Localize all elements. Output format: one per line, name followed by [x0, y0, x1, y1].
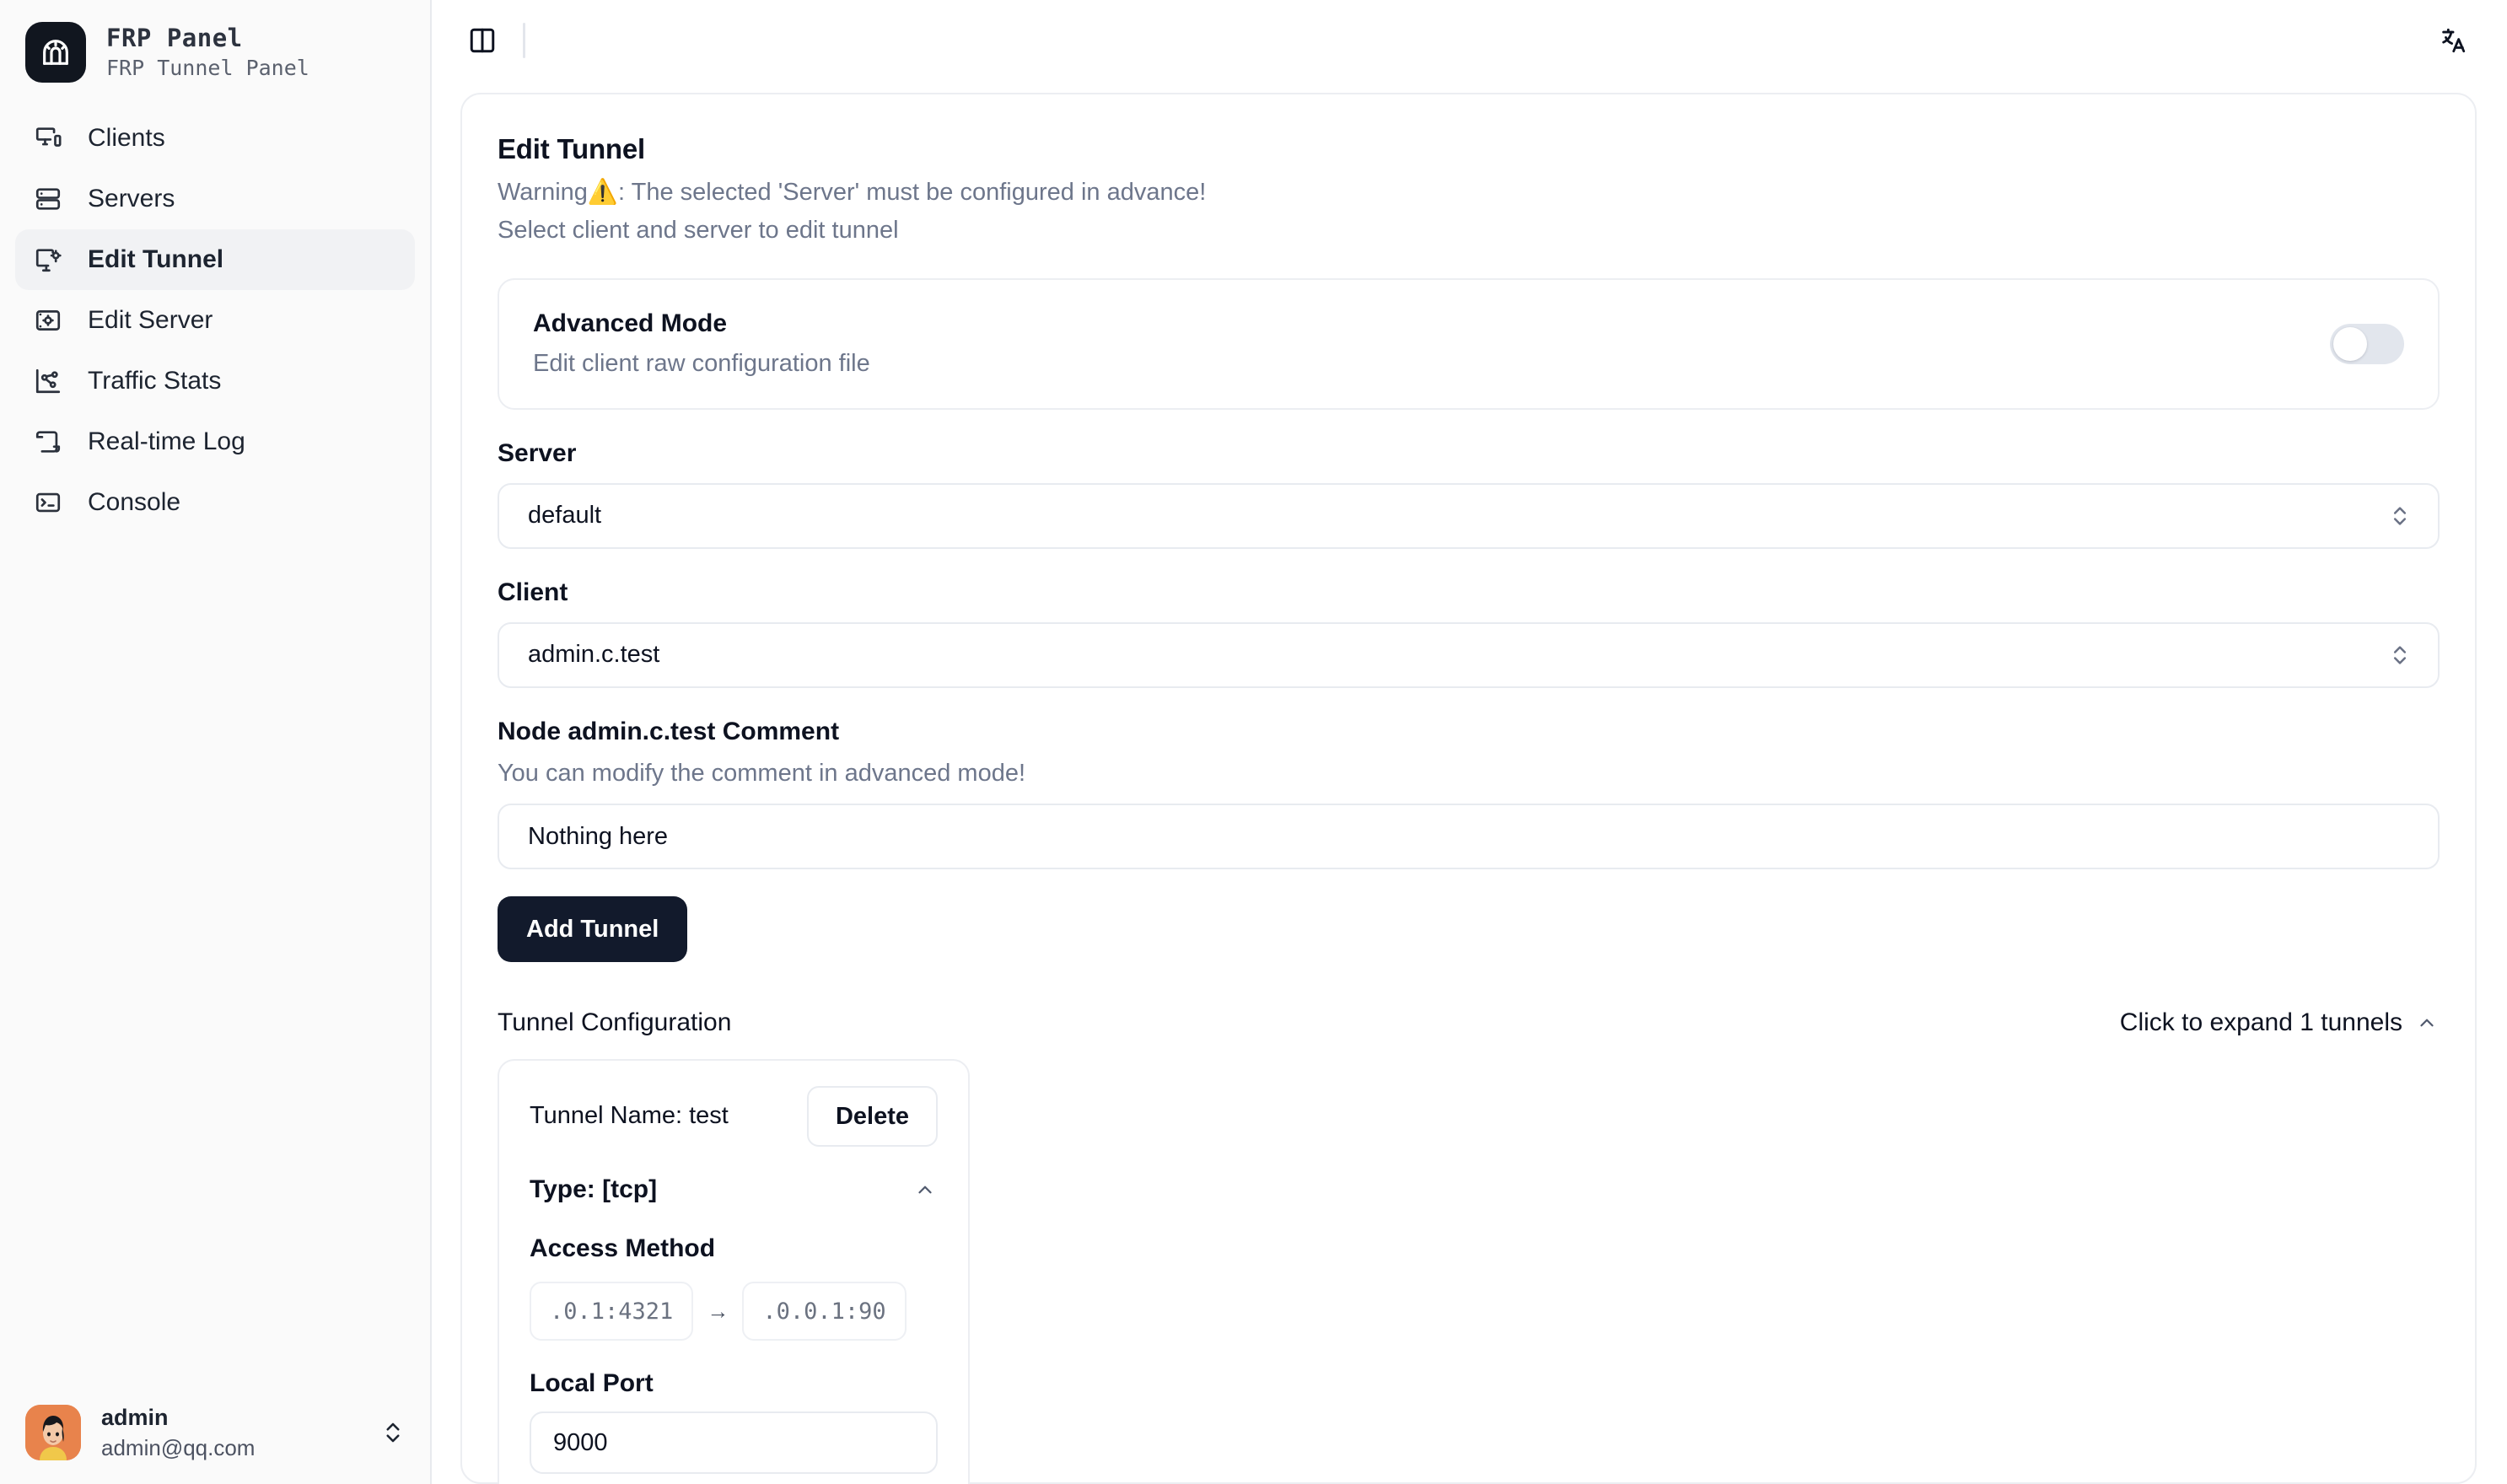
- local-port-value: 9000: [553, 1428, 608, 1456]
- expand-tunnels-button[interactable]: Click to expand 1 tunnels: [2120, 1008, 2440, 1037]
- access-method-row: .0.1:4321 → .0.0.1:90: [530, 1282, 938, 1342]
- chevrons-up-down-icon[interactable]: [378, 1417, 408, 1448]
- server-select[interactable]: default: [498, 482, 2440, 549]
- sidebar-item-traffic-stats[interactable]: Traffic Stats: [15, 351, 415, 411]
- comment-input[interactable]: Nothing here: [498, 804, 2440, 870]
- chart-network-icon: [32, 365, 64, 397]
- user-email: admin@qq.com: [101, 1434, 256, 1460]
- user-name: admin: [101, 1404, 169, 1430]
- sidebar-nav: Clients Servers Edit Tunnel Edit Server …: [0, 101, 430, 533]
- access-method-label: Access Method: [530, 1234, 716, 1263]
- main-area: Edit Tunnel Warning⚠️: The selected 'Ser…: [432, 0, 2507, 1484]
- sidebar-item-label: Edit Server: [88, 306, 213, 334]
- expand-tunnels-label: Click to expand 1 tunnels: [2119, 1008, 2402, 1036]
- local-port-input[interactable]: 9000: [530, 1411, 938, 1475]
- toggle-knob: [2333, 326, 2367, 361]
- client-select-value: admin.c.test: [528, 641, 660, 669]
- chevron-up-icon: [2414, 1010, 2440, 1035]
- server-cog-icon: [32, 304, 64, 336]
- tunnel-configuration-title: Tunnel Configuration: [498, 1008, 732, 1037]
- advanced-mode-description: Edit client raw configuration file: [533, 349, 870, 377]
- chevron-up-icon: [912, 1177, 938, 1202]
- sidebar-item-label: Console: [88, 488, 181, 516]
- arrow-right-icon: →: [707, 1298, 729, 1325]
- tunnel-type-toggle[interactable]: Type: [tcp]: [530, 1175, 938, 1204]
- page-title: Edit Tunnel: [498, 133, 645, 164]
- tunnel-configuration-header: Tunnel Configuration Click to expand 1 t…: [498, 1006, 2440, 1039]
- monitor-clients-icon: [32, 122, 64, 154]
- delete-tunnel-button[interactable]: Delete: [806, 1086, 938, 1148]
- page-subtitle: Select client and server to edit tunnel: [498, 216, 899, 244]
- server-select-value: default: [528, 502, 602, 530]
- brand-header[interactable]: FRP Panel FRP Tunnel Panel: [0, 0, 430, 101]
- comment-field-hint: You can modify the comment in advanced m…: [498, 759, 1026, 787]
- add-tunnel-button[interactable]: Add Tunnel: [498, 896, 688, 963]
- advanced-mode-toggle[interactable]: [2330, 323, 2404, 364]
- client-select[interactable]: admin.c.test: [498, 621, 2440, 688]
- tunnel-card: Tunnel Name: test Delete Type: [tcp] Acc…: [498, 1059, 970, 1484]
- chevrons-up-down-icon: [2386, 641, 2414, 669]
- monitor-cog-icon: [32, 244, 64, 276]
- tunnel-card-header: Tunnel Name: test Delete: [530, 1086, 938, 1148]
- sidebar-item-clients[interactable]: Clients: [15, 108, 415, 169]
- client-field-label: Client: [498, 578, 568, 606]
- advanced-mode-title: Advanced Mode: [533, 309, 728, 337]
- sidebar-item-label: Traffic Stats: [88, 367, 222, 395]
- page-warning-text: Warning⚠️: The selected 'Server' must be…: [498, 178, 1207, 206]
- sidebar-item-edit-tunnel[interactable]: Edit Tunnel: [15, 229, 415, 290]
- sidebar-item-label: Real-time Log: [88, 427, 245, 455]
- terminal-icon: [32, 487, 64, 519]
- topbar: [432, 0, 2507, 81]
- server-field-label: Server: [498, 438, 577, 467]
- local-port-label: Local Port: [530, 1369, 654, 1398]
- avatar: [25, 1405, 81, 1461]
- access-from-chip[interactable]: .0.1:4321: [530, 1282, 694, 1342]
- chevrons-up-down-icon: [2386, 502, 2414, 530]
- sidebar-item-label: Clients: [88, 124, 165, 152]
- sidebar-item-label: Servers: [88, 185, 175, 212]
- app-root: FRP Panel FRP Tunnel Panel Clients Serve…: [0, 0, 2507, 1484]
- panel-left-icon[interactable]: [459, 17, 506, 64]
- advanced-mode-panel: Advanced Mode Edit client raw configurat…: [498, 277, 2440, 410]
- brand-title: FRP Panel: [106, 23, 243, 52]
- languages-icon[interactable]: [2429, 17, 2477, 64]
- tunnel-arch-icon: [25, 22, 86, 83]
- comment-field-label: Node admin.c.test Comment: [498, 717, 840, 745]
- access-to-chip[interactable]: .0.0.1:90: [742, 1282, 907, 1342]
- topbar-divider: [523, 23, 525, 58]
- sidebar-item-label: Edit Tunnel: [88, 245, 224, 273]
- brand-subtitle: FRP Tunnel Panel: [106, 55, 309, 80]
- sidebar-item-edit-server[interactable]: Edit Server: [15, 290, 415, 351]
- comment-input-value: Nothing here: [528, 822, 669, 850]
- server-stack-icon: [32, 183, 64, 215]
- sidebar: FRP Panel FRP Tunnel Panel Clients Serve…: [0, 0, 432, 1484]
- tunnel-name-label: Tunnel Name: test: [530, 1102, 729, 1130]
- sidebar-item-console[interactable]: Console: [15, 472, 415, 533]
- tunnel-list: Tunnel Name: test Delete Type: [tcp] Acc…: [498, 1059, 2440, 1484]
- scroll-log-icon: [32, 426, 64, 458]
- content-scroll: Edit Tunnel Warning⚠️: The selected 'Ser…: [432, 81, 2507, 1484]
- edit-tunnel-card: Edit Tunnel Warning⚠️: The selected 'Ser…: [460, 93, 2477, 1484]
- tunnel-type-label: Type: [tcp]: [530, 1175, 658, 1204]
- sidebar-item-realtime-log[interactable]: Real-time Log: [15, 411, 415, 472]
- sidebar-item-servers[interactable]: Servers: [15, 169, 415, 229]
- user-profile-button[interactable]: admin admin@qq.com: [0, 1385, 430, 1484]
